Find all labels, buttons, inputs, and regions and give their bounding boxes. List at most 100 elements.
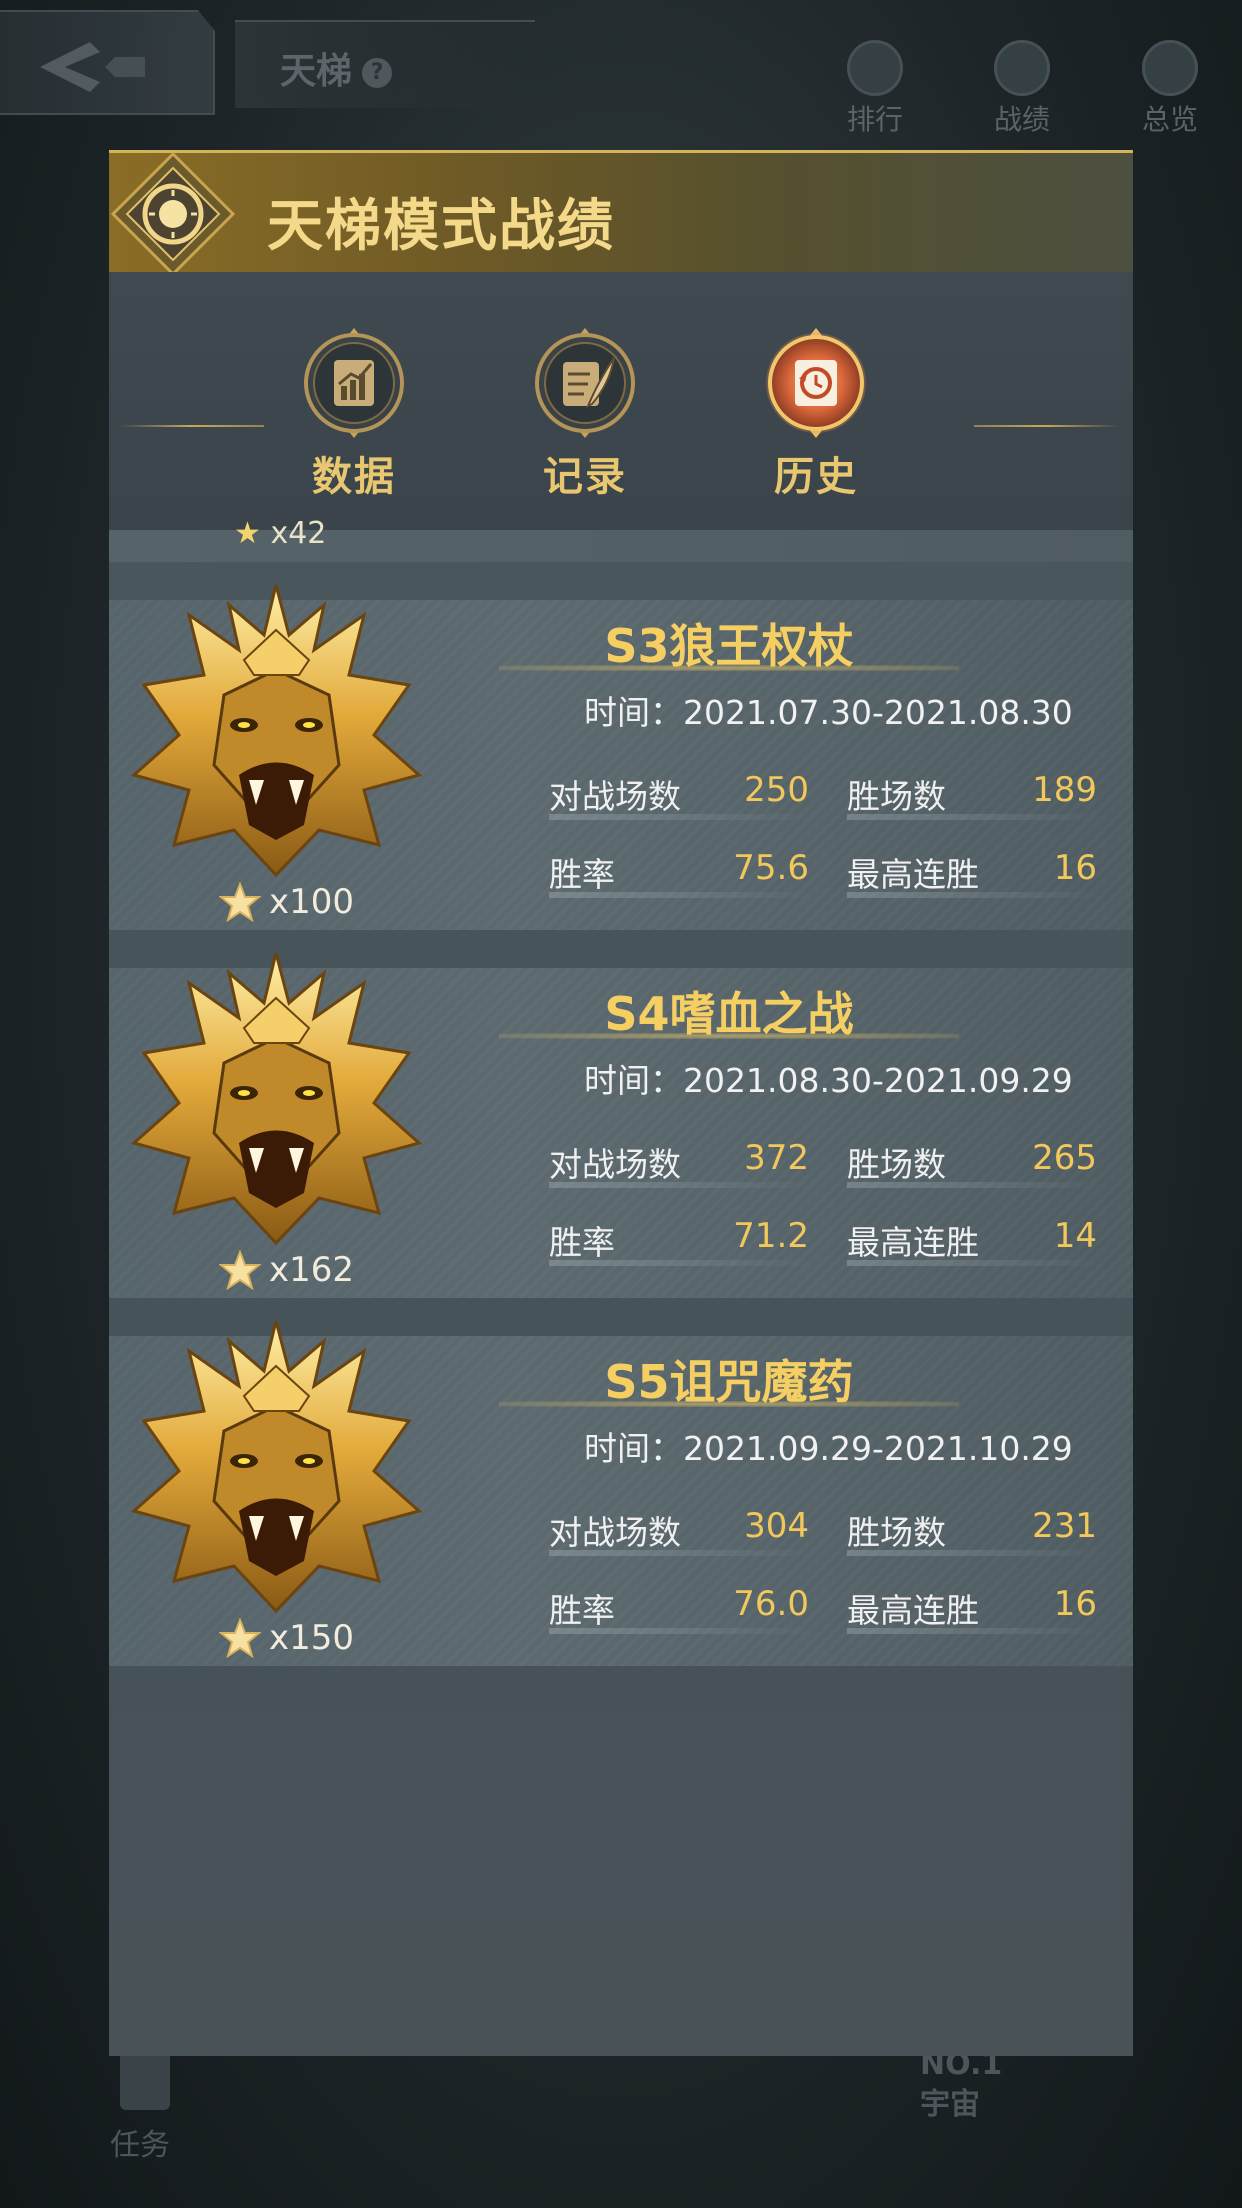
tabs-divider-left [119, 425, 264, 427]
stat-battles-label: 对战场数 [549, 1145, 681, 1184]
tab-history[interactable]: 历史 [751, 328, 881, 502]
title-underline [499, 1033, 959, 1039]
tab-overview[interactable]: 总览 [1110, 40, 1230, 138]
tab-data[interactable]: 数据 [289, 328, 419, 502]
stat-win-rate-value: 75.6 [733, 848, 809, 888]
stat-battles-label: 对战场数 [549, 1513, 681, 1552]
stat-battles-value: 372 [744, 1138, 809, 1178]
tabs-divider-right [974, 425, 1119, 427]
stat-battles: 对战场数 250 [549, 770, 814, 826]
panel-title: 天梯模式战绩 [267, 194, 615, 259]
ladder-record-panel: 天梯模式战绩 数据 记录 历史 ★ x42 x100 S3狼王权杖 时间：202… [109, 150, 1133, 2056]
star-count: x100 [219, 882, 354, 922]
stat-divider [847, 1182, 1102, 1188]
stat-win-rate: 胜率 71.2 [549, 1216, 814, 1272]
stat-divider [847, 814, 1102, 820]
stat-wins-label: 胜场数 [847, 1145, 946, 1184]
background-title-text: 天梯 [280, 51, 353, 92]
task-label: 任务 [110, 2128, 170, 2163]
season-time: 时间：2021.09.29-2021.10.29 [584, 1429, 1073, 1468]
stat-max-streak: 最高连胜 16 [847, 848, 1102, 904]
shield-icon [994, 40, 1050, 96]
stat-win-rate: 胜率 76.0 [549, 1584, 814, 1640]
tab-record[interactable]: 战绩 [962, 40, 1082, 138]
stat-battles: 对战场数 304 [549, 1506, 814, 1562]
tab-record-label: 战绩 [993, 103, 1050, 136]
help-icon[interactable]: ? [362, 58, 393, 88]
stat-win-rate-label: 胜率 [549, 1223, 615, 1262]
rank-badge: NO.1 宇宙 [920, 2045, 1002, 2125]
wolf-king-medal-icon [130, 584, 423, 878]
stat-win-rate-label: 胜率 [549, 855, 615, 894]
star-count: x150 [219, 1618, 354, 1658]
season-card: x100 S3狼王权杖 时间：2021.07.30-2021.08.30 对战场… [109, 584, 1133, 930]
stat-max-streak-value: 14 [1053, 1216, 1097, 1256]
tab-data-label: 数据 [312, 454, 396, 500]
star-count-value: x162 [269, 1250, 355, 1290]
tab-ranking[interactable]: 排行 [815, 40, 935, 138]
title-underline [499, 1401, 959, 1407]
stat-battles: 对战场数 372 [549, 1138, 814, 1194]
season-time: 时间：2021.07.30-2021.08.30 [584, 693, 1073, 732]
back-button[interactable] [0, 10, 215, 115]
stat-max-streak: 最高连胜 16 [847, 1584, 1102, 1640]
ladder-emblem-icon [110, 151, 236, 277]
stat-wins: 胜场数 189 [847, 770, 1102, 826]
stat-wins-value: 265 [1032, 1138, 1097, 1178]
stat-win-rate-value: 71.2 [733, 1216, 809, 1256]
tab-records-label: 记录 [543, 454, 627, 500]
star-count-partial: ★ x42 [234, 516, 327, 551]
stat-max-streak-value: 16 [1053, 848, 1097, 888]
quill-scroll-icon [535, 328, 635, 438]
chart-scroll-icon [304, 328, 404, 438]
season-time: 时间：2021.08.30-2021.09.29 [584, 1061, 1073, 1100]
star-count-value: x100 [269, 882, 355, 922]
rank-name: 宇宙 [920, 2087, 980, 2122]
stat-divider [549, 892, 814, 898]
stat-max-streak-label: 最高连胜 [847, 1223, 979, 1262]
task-icon [120, 2050, 170, 2110]
panel-header: 天梯模式战绩 [109, 150, 1133, 277]
stat-wins: 胜场数 265 [847, 1138, 1102, 1194]
stat-divider [549, 1628, 814, 1634]
stat-battles-value: 250 [744, 770, 809, 810]
star-count: x162 [219, 1250, 354, 1290]
wolf-king-medal-icon [130, 952, 423, 1246]
stat-divider [847, 1550, 1102, 1556]
season-card: x150 S5诅咒魔药 时间：2021.09.29-2021.10.29 对战场… [109, 1320, 1133, 1666]
stat-divider [549, 1260, 814, 1266]
stat-divider [549, 1550, 814, 1556]
task-button[interactable]: 任务 [110, 2050, 170, 2164]
background-header: 天梯? 排行 战绩 总览 [0, 0, 1242, 140]
star-icon [219, 1618, 261, 1658]
stat-max-streak-value: 16 [1053, 1584, 1097, 1624]
stat-max-streak-label: 最高连胜 [847, 1591, 979, 1630]
stat-wins-value: 189 [1032, 770, 1097, 810]
tab-ranking-label: 排行 [846, 103, 903, 136]
stat-max-streak: 最高连胜 14 [847, 1216, 1102, 1272]
stat-divider [847, 1628, 1102, 1634]
title-underline [499, 665, 959, 671]
history-clock-icon [766, 328, 866, 438]
tab-overview-label: 总览 [1141, 103, 1198, 136]
stat-divider [549, 1182, 814, 1188]
season-card-partial: ★ x42 [109, 516, 1133, 562]
stat-battles-label: 对战场数 [549, 777, 681, 816]
star-count-value: x150 [269, 1618, 355, 1658]
stat-divider [847, 1260, 1102, 1266]
stat-battles-value: 304 [744, 1506, 809, 1546]
stat-divider [549, 814, 814, 820]
stat-wins-value: 231 [1032, 1506, 1097, 1546]
back-arrow-icon [40, 42, 145, 92]
tab-history-label: 历史 [774, 454, 858, 500]
stat-win-rate-label: 胜率 [549, 1591, 615, 1630]
star-icon [219, 1250, 261, 1290]
tab-records[interactable]: 记录 [520, 328, 650, 502]
stat-win-rate: 胜率 75.6 [549, 848, 814, 904]
trophy-icon [847, 40, 903, 96]
stat-max-streak-label: 最高连胜 [847, 855, 979, 894]
stat-divider [847, 892, 1102, 898]
wolf-king-medal-icon [130, 1320, 423, 1614]
star-icon [219, 882, 261, 922]
stat-wins-label: 胜场数 [847, 1513, 946, 1552]
